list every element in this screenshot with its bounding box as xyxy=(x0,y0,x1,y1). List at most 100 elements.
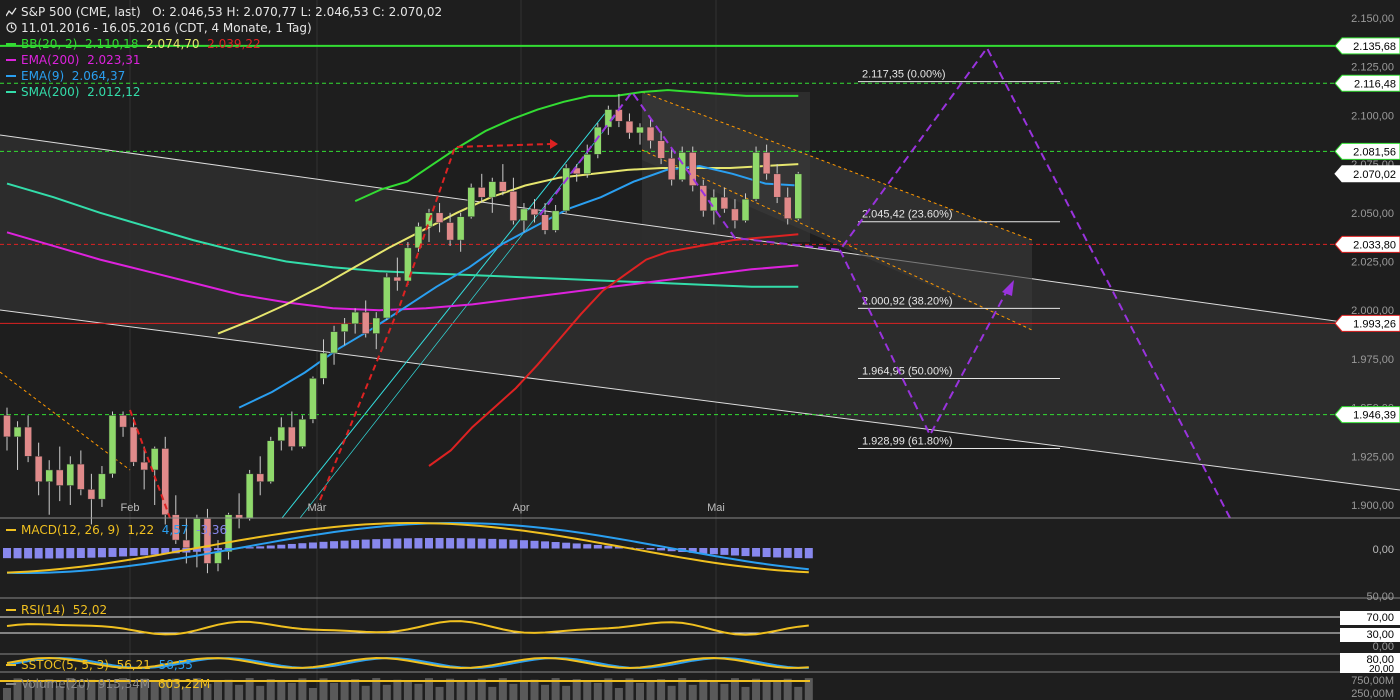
candle-body xyxy=(150,448,159,471)
clock-icon xyxy=(6,22,17,33)
volume-bar xyxy=(224,679,233,700)
y-tick-label: 2.125,00 xyxy=(1351,62,1394,74)
x-tick-label: Mär xyxy=(308,502,327,514)
macd-histogram-bar xyxy=(593,544,602,549)
macd-histogram-bar xyxy=(773,548,782,558)
volume-tick-label: 250,00M xyxy=(1351,688,1394,700)
macd-histogram-bar xyxy=(34,548,43,559)
macd-histogram-bar xyxy=(108,548,117,557)
macd-histogram-bar xyxy=(13,548,22,559)
macd-histogram-bar xyxy=(488,538,497,549)
legend-swatch xyxy=(6,664,16,666)
candle-body xyxy=(467,187,475,217)
macd-histogram-bar xyxy=(467,538,476,549)
candle-body xyxy=(657,140,665,159)
macd-histogram-bar xyxy=(45,548,54,559)
candle-body xyxy=(562,167,570,212)
macd-histogram-bar xyxy=(66,548,75,559)
rsi-tick-label: 0,00 xyxy=(1373,641,1394,653)
volume-bar xyxy=(794,686,803,700)
candle-body xyxy=(667,158,676,180)
legend-swatch xyxy=(6,683,16,685)
legend-volume: Volume(20) 915,34M 603,22M xyxy=(6,677,210,692)
chart-header-title: S&P 500 (CME, last) O: 2.046,53 H: 2.070… xyxy=(5,5,442,20)
macd-histogram-bar xyxy=(456,538,465,549)
macd-histogram-bar xyxy=(583,544,592,549)
candle-body xyxy=(731,208,739,221)
macd-histogram-bar xyxy=(636,548,644,549)
candle-body xyxy=(245,473,254,519)
macd-histogram-bar xyxy=(24,548,33,559)
volume-bar xyxy=(530,679,539,700)
candle-body xyxy=(699,185,708,212)
candle-body xyxy=(298,419,307,447)
volume-bar xyxy=(403,680,412,700)
legend-swatch xyxy=(6,43,16,45)
macd-histogram-bar xyxy=(97,548,106,558)
macd-histogram-bar xyxy=(361,539,370,549)
price-tag-label: 2.033,80 xyxy=(1353,239,1396,251)
volume-bar xyxy=(382,684,391,700)
legend-ema9: EMA(9) 2.064,37 xyxy=(6,69,125,84)
candle-body xyxy=(34,456,43,482)
candle-body xyxy=(720,196,729,210)
volume-bar xyxy=(456,681,465,700)
volume-bar xyxy=(330,682,339,700)
candle-body xyxy=(340,323,349,332)
candle-body xyxy=(478,187,486,198)
macd-histogram-bar xyxy=(562,542,571,549)
x-tick-label: Apr xyxy=(512,502,529,514)
macd-histogram-bar xyxy=(214,548,222,551)
volume-bar xyxy=(572,679,581,700)
volume-bar xyxy=(562,685,571,700)
macd-histogram-bar xyxy=(393,538,402,549)
candle-body xyxy=(794,173,802,219)
macd-histogram-bar xyxy=(119,548,128,557)
macd-histogram-bar xyxy=(55,548,64,559)
volume-bar xyxy=(287,682,296,700)
legend-ema200: EMA(200) 2.023,31 xyxy=(6,53,141,68)
candle-body xyxy=(435,212,444,223)
volume-bar xyxy=(414,683,423,700)
legend-sstoc: SSTOC(5, 5, 3) 56,21 58,55 xyxy=(6,658,193,673)
price-tag-label: 2.070,02 xyxy=(1353,169,1396,181)
candle-body xyxy=(783,196,792,219)
macd-histogram-bar xyxy=(509,539,518,549)
macd-histogram-bar xyxy=(762,548,771,558)
candle-body xyxy=(488,181,497,198)
candle-body xyxy=(361,311,370,334)
macd-histogram-bar xyxy=(87,548,96,558)
candle-body xyxy=(267,440,275,482)
volume-bar xyxy=(467,681,476,700)
macd-histogram-bar xyxy=(340,540,349,549)
macd-histogram-bar xyxy=(372,539,381,549)
macd-histogram-bar xyxy=(150,548,159,555)
candle-body xyxy=(393,276,402,282)
candle-body xyxy=(13,426,22,438)
macd-histogram-bar xyxy=(657,548,666,551)
macd-histogram-bar xyxy=(425,538,433,549)
candle-body xyxy=(45,469,53,482)
candle-body xyxy=(288,426,296,447)
y-tick-label: 2.025,00 xyxy=(1351,257,1394,269)
volume-bar xyxy=(361,685,370,700)
candle-body xyxy=(625,120,634,134)
y-tick-label: 1.900,00 xyxy=(1351,500,1394,512)
macd-histogram-bar xyxy=(646,548,655,550)
macd-tick-label: 0,00 xyxy=(1373,544,1394,556)
candle-body xyxy=(646,126,655,141)
fib-level-label: 2.000,92 (38.20%) xyxy=(862,295,953,307)
legend-swatch xyxy=(6,529,16,531)
macd-histogram-bar xyxy=(741,548,750,557)
sstoc-tick-label: 20,00 xyxy=(1369,664,1394,675)
macd-histogram-bar xyxy=(140,548,149,556)
x-tick-label: Mai xyxy=(707,502,725,514)
price-tag-label: 1.946,39 xyxy=(1353,410,1396,422)
candle-body xyxy=(678,152,686,180)
volume-bar xyxy=(614,687,623,700)
macd-histogram-bar xyxy=(709,548,718,555)
volume-bar xyxy=(235,684,244,700)
candle-body xyxy=(636,126,644,134)
candle-body xyxy=(446,222,454,241)
macd-histogram-bar xyxy=(308,542,317,549)
